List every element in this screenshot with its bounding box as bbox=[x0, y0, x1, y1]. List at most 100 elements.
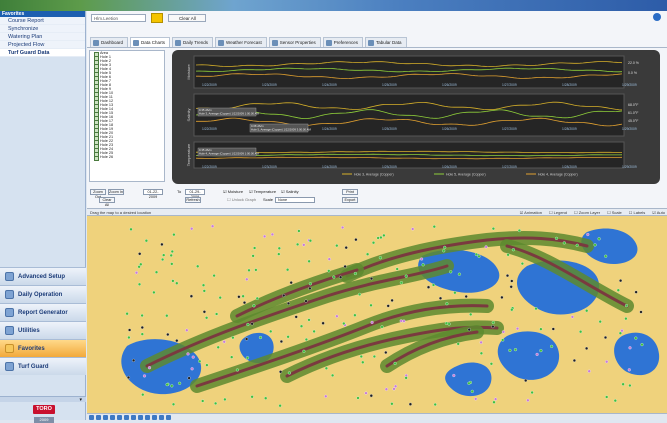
map-tool-icon[interactable] bbox=[124, 414, 129, 420]
refresh-button[interactable]: Refresh bbox=[185, 197, 201, 203]
map-tool-icon[interactable] bbox=[103, 414, 108, 420]
sprinkler-head bbox=[222, 340, 226, 344]
sidebar-item-course-report[interactable]: Course Report bbox=[0, 17, 85, 25]
map-tool-icon[interactable] bbox=[145, 414, 150, 420]
course-select[interactable]: Hlm.Leetion bbox=[91, 14, 146, 22]
sprinkler-head bbox=[369, 277, 374, 281]
tab-preferences[interactable]: Preferences bbox=[322, 37, 364, 47]
map-tool-icon[interactable] bbox=[138, 414, 143, 420]
nav-utilities[interactable]: Utilities bbox=[0, 321, 86, 339]
sprinkler-head bbox=[129, 227, 133, 231]
sprinkler-head bbox=[379, 235, 383, 240]
map-options: ☑ Animation ☐ Legend ☐ Zoom Layer ☐ Scal… bbox=[520, 210, 665, 215]
print-button[interactable]: Print bbox=[342, 189, 358, 195]
sprinkler-head bbox=[371, 241, 376, 245]
help-icon[interactable] bbox=[653, 13, 661, 21]
map-option[interactable]: ☐ Labels bbox=[629, 210, 646, 215]
map-tool-icon[interactable] bbox=[117, 414, 122, 420]
sprinkler-head bbox=[189, 294, 193, 298]
sprinkler-head bbox=[524, 378, 528, 383]
map-option[interactable]: ☑ Auto bbox=[652, 210, 665, 215]
check-salinity[interactable]: ☑ Salinity bbox=[281, 189, 299, 195]
sidebar-item-watering-plan[interactable]: Watering Plan bbox=[0, 33, 85, 41]
sprinkler-head bbox=[442, 249, 446, 253]
zoom-in-button[interactable]: Zoom In bbox=[108, 189, 124, 195]
clear-all-button[interactable]: Clear All bbox=[168, 14, 206, 22]
sprinkler-head bbox=[138, 252, 142, 256]
highlight-button[interactable] bbox=[151, 13, 163, 23]
tab-weather-forecast[interactable]: Weather Forecast bbox=[215, 37, 267, 47]
check-moisture[interactable]: ☑ Moisture bbox=[223, 189, 243, 195]
sprinkler-head bbox=[399, 319, 403, 323]
x-tick-label: 1/26/2009 bbox=[442, 165, 457, 169]
map-tool-icon[interactable] bbox=[131, 414, 136, 420]
sprinkler-head bbox=[127, 335, 131, 340]
nav-daily-operation[interactable]: Daily Operation bbox=[0, 285, 86, 303]
map-option[interactable]: ☐ Legend bbox=[549, 210, 567, 215]
right-value-label: 0.0 % bbox=[628, 71, 637, 75]
end-date-field[interactable]: 01-29-2009 bbox=[185, 189, 205, 199]
sprinkler-head bbox=[380, 325, 384, 329]
sprinkler-head bbox=[624, 304, 629, 308]
sprinkler-head bbox=[618, 331, 622, 335]
map-option[interactable]: ☐ Zoom Layer bbox=[574, 210, 600, 215]
sprinkler-head bbox=[165, 383, 169, 387]
map-tool-icon[interactable] bbox=[89, 414, 94, 420]
sprinkler-head bbox=[296, 242, 300, 246]
export-button[interactable]: Export bbox=[342, 197, 358, 203]
x-tick-label: 1/23/2009 bbox=[262, 165, 277, 169]
x-tick-label: 1/24/2009 bbox=[322, 127, 337, 131]
sprinkler-head bbox=[585, 346, 589, 350]
chart-clear-all-button[interactable]: Clear All bbox=[99, 197, 115, 207]
lake bbox=[445, 362, 492, 397]
sprinkler-head bbox=[178, 381, 182, 385]
x-tick-label: 1/26/2009 bbox=[442, 83, 457, 87]
nav-advanced-setup[interactable]: Advanced Setup bbox=[0, 267, 86, 285]
sensor-tree[interactable]: Area Hole 1 Hole 2 Hole 3 Hole 4 Hole 5 Hole 6… bbox=[89, 50, 165, 182]
tab-sensor-properties[interactable]: Sensor Properties bbox=[268, 37, 321, 47]
tab-tabular-data[interactable]: Tabular Data bbox=[365, 37, 407, 47]
check-temperature[interactable]: ☑ Temperature bbox=[249, 189, 276, 195]
sidebar-item-synchronize[interactable]: Synchronize bbox=[0, 25, 85, 33]
nav-turf-guard[interactable]: Turf Guard bbox=[0, 357, 86, 375]
map-tool-icon[interactable] bbox=[159, 414, 164, 420]
sprinkler-head bbox=[286, 268, 290, 272]
x-tick-label: 1/29/2009 bbox=[622, 83, 637, 87]
sprinkler-head bbox=[277, 246, 281, 250]
sprinkler-head bbox=[605, 360, 609, 364]
sprinkler-head bbox=[477, 254, 481, 258]
sprinkler-head bbox=[399, 281, 403, 285]
map-option[interactable]: ☑ Animation bbox=[520, 210, 542, 215]
sprinkler-head bbox=[186, 352, 190, 356]
nav-report-generator[interactable]: Report Generator bbox=[0, 303, 86, 321]
sprinkler-head bbox=[501, 338, 505, 342]
sidebar-item-turf-guard-data[interactable]: Turf Guard Data bbox=[0, 49, 85, 57]
sprinkler-head bbox=[201, 283, 206, 287]
sprinkler-head bbox=[433, 402, 437, 407]
sidebar-item-projected-flow[interactable]: Projected Flow bbox=[0, 41, 85, 49]
sprinkler-head bbox=[621, 382, 625, 386]
tree-item[interactable]: Hole 26 bbox=[90, 155, 164, 161]
tab-dashboard[interactable]: Dashboard bbox=[90, 37, 129, 47]
sidebar-collapse-bar[interactable]: ▾ bbox=[0, 396, 86, 403]
zoom-out-button[interactable]: Zoom Out bbox=[90, 189, 106, 199]
tab-daily-trends[interactable]: Daily Trends bbox=[172, 37, 214, 47]
sprinkler-head bbox=[269, 329, 273, 333]
tab-data-charts[interactable]: Data Charts bbox=[130, 37, 171, 47]
map-tool-icon[interactable] bbox=[110, 414, 115, 420]
scale-select[interactable]: None bbox=[275, 197, 315, 203]
map-option[interactable]: ☐ Scale bbox=[607, 210, 622, 215]
map-tool-icon[interactable] bbox=[166, 414, 171, 420]
sprinkler-head bbox=[250, 395, 254, 399]
sprinkler-head bbox=[142, 374, 147, 378]
sprinkler-head bbox=[331, 373, 335, 377]
map-tool-icon[interactable] bbox=[152, 414, 157, 420]
sprinkler-head bbox=[312, 329, 316, 333]
nav-favorites[interactable]: Favorites bbox=[0, 339, 86, 357]
start-date-field[interactable]: 01-22-2009 bbox=[143, 189, 163, 199]
map-tool-icon[interactable] bbox=[96, 414, 101, 420]
course-map-canvas[interactable] bbox=[87, 216, 667, 413]
course-map[interactable] bbox=[87, 216, 667, 413]
sprinkler-head bbox=[282, 293, 286, 298]
unlock-graph-check[interactable]: ☐ Unlock Graph bbox=[227, 197, 256, 203]
